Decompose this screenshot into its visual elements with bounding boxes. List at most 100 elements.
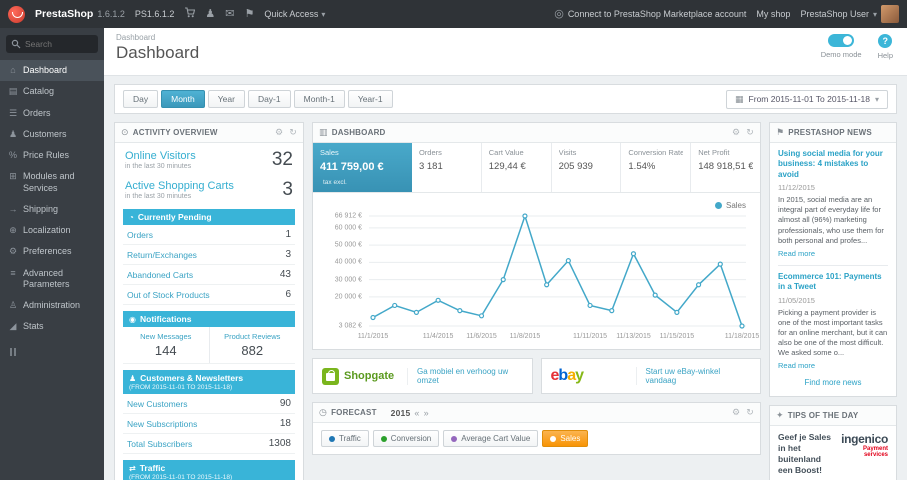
- section-subtitle: (FROM 2015-11-01 TO 2015-11-18): [129, 384, 233, 391]
- date-range-picker[interactable]: ▦ From 2015-11-01 To 2015-11-18 ▾: [726, 89, 888, 109]
- demo-mode-control: Demo mode: [821, 34, 862, 60]
- kpi-label: Net Profit: [698, 148, 730, 157]
- kpi-sales[interactable]: Sales 411 759,00 € tax excl.: [313, 143, 412, 192]
- sidebar-item-label: Dashboard: [23, 65, 68, 75]
- active-carts-sub: in the last 30 minutes: [125, 193, 192, 200]
- demo-mode-toggle[interactable]: [828, 34, 855, 47]
- kpi-label: Orders: [418, 148, 442, 157]
- messages-notifications-icon[interactable]: ✉: [225, 8, 234, 20]
- search-input[interactable]: [25, 39, 95, 49]
- shop-name[interactable]: PS1.6.1.2: [135, 9, 175, 19]
- breadcrumb[interactable]: Dashboard: [116, 33, 895, 42]
- panel-settings-icon[interactable]: ⚙: [732, 407, 740, 418]
- sidebar-item-dashboard[interactable]: ⌂ Dashboard: [0, 60, 104, 82]
- new-messages-stat[interactable]: New Messages 144: [123, 327, 209, 363]
- forecast-tab-label: Sales: [560, 434, 581, 443]
- version-label: 1.6.1.2: [97, 9, 125, 19]
- online-visitors-stat[interactable]: Online Visitors in the last 30 minutes 3…: [115, 143, 303, 173]
- updates-icon[interactable]: ⚑: [245, 8, 255, 20]
- product-reviews-stat[interactable]: Product Reviews 882: [208, 327, 296, 363]
- forecast-tab-sales[interactable]: Sales: [542, 430, 589, 447]
- shopgate-link[interactable]: Ga mobiel en verhoog uw omzet: [417, 367, 523, 385]
- filter-button-year-1[interactable]: Year-1: [347, 90, 393, 108]
- user-menu[interactable]: PrestaShop User ▾: [800, 5, 899, 23]
- news-article-title[interactable]: Using social media for your business: 4 …: [778, 149, 888, 180]
- sidebar-item-orders[interactable]: ☰ Orders: [0, 103, 104, 124]
- abandoned-carts-link[interactable]: Abandoned Carts: [127, 270, 193, 280]
- sidebar-collapse-button[interactable]: [10, 347, 16, 356]
- forecast-tab-traffic[interactable]: Traffic: [321, 430, 369, 447]
- total-subscribers-link[interactable]: Total Subscribers: [127, 439, 192, 449]
- kpi-conversion-rate[interactable]: Conversion Rate 1.54%: [621, 143, 692, 192]
- filter-button-day-1[interactable]: Day-1: [247, 90, 291, 108]
- panel-refresh-icon[interactable]: ↻: [746, 127, 754, 138]
- my-shop-link[interactable]: My shop: [756, 9, 790, 19]
- read-more-link[interactable]: Read more: [778, 249, 815, 258]
- customers-icon: ♟: [129, 373, 137, 383]
- filter-button-month[interactable]: Month: [161, 90, 205, 108]
- activity-icon: ⊙: [121, 127, 129, 137]
- panel-refresh-icon[interactable]: ↻: [746, 407, 754, 418]
- sidebar-item-administration[interactable]: ♙ Administration: [0, 295, 104, 316]
- ebay-link[interactable]: Start uw eBay-winkel vandaag: [646, 367, 752, 385]
- sidebar-item-preferences[interactable]: ⚙ Preferences: [0, 241, 104, 262]
- filter-button-day[interactable]: Day: [123, 90, 159, 108]
- forecast-tab-label: Conversion: [390, 434, 432, 443]
- sidebar-item-stats[interactable]: ◢ Stats: [0, 316, 104, 337]
- kpi-cart-value[interactable]: Cart Value 129,44 €: [482, 143, 552, 192]
- news-article-title[interactable]: Ecommerce 101: Payments in a Tweet: [778, 272, 888, 293]
- kpi-visits[interactable]: Visits 205 939: [552, 143, 622, 192]
- sidebar-item-customers[interactable]: ♟ Customers: [0, 124, 104, 145]
- catalog-icon: ▤: [8, 86, 18, 97]
- panel-settings-icon[interactable]: ⚙: [732, 127, 740, 138]
- active-carts-value: 3: [282, 179, 293, 200]
- kpi-net-profit[interactable]: Net Profit 148 918,51 €: [691, 143, 760, 192]
- new-subscriptions-link[interactable]: New Subscriptions: [127, 419, 197, 429]
- sidebar-item-modules[interactable]: ⊞ Modules and Services: [0, 166, 104, 199]
- customers-newsletters-section: ♟ Customers & Newsletters (FROM 2015-11-…: [123, 370, 295, 454]
- filter-button-year[interactable]: Year: [207, 90, 245, 108]
- cart-notifications-icon[interactable]: [184, 7, 196, 21]
- sidebar-item-shipping[interactable]: → Shipping: [0, 199, 104, 220]
- new-customers-link[interactable]: New Customers: [127, 399, 187, 409]
- panel-title: Tips of the day: [787, 411, 859, 421]
- stats-icon: ◢: [9, 321, 17, 332]
- kpi-row: Sales 411 759,00 € tax excl. Orders 3 18…: [313, 143, 760, 193]
- find-more-news-link[interactable]: Find more news: [778, 371, 888, 390]
- new-messages-value: 144: [154, 343, 177, 358]
- customers-notifications-icon[interactable]: ♟: [205, 8, 215, 20]
- forecast-tab-average-cart-value[interactable]: Average Cart Value: [443, 430, 539, 447]
- next-year-button[interactable]: »: [424, 408, 429, 418]
- date-range-label: From 2015-11-01 To 2015-11-18: [748, 94, 870, 104]
- prestashop-news-panel: ⚑ PrestaShop News Using social media for…: [769, 122, 897, 398]
- sidebar-item-price-rules[interactable]: % Price Rules: [0, 145, 104, 166]
- out-of-stock-row: Out of Stock Products 6: [123, 285, 295, 305]
- panel-settings-icon[interactable]: ⚙: [275, 127, 283, 138]
- active-carts-stat[interactable]: Active Shopping Carts in the last 30 min…: [115, 173, 303, 203]
- sidebar-item-label: Advanced Parameters: [23, 267, 70, 289]
- forecast-tab-conversion[interactable]: Conversion: [372, 430, 440, 447]
- kpi-orders[interactable]: Orders 3 181: [412, 143, 482, 192]
- chart-legend[interactable]: Sales: [714, 201, 746, 210]
- marketplace-link[interactable]: ◎ Connect to PrestaShop Marketplace acco…: [554, 8, 746, 20]
- previous-year-button[interactable]: «: [414, 408, 419, 418]
- panel-refresh-icon[interactable]: ↻: [289, 127, 297, 138]
- read-more-link[interactable]: Read more: [778, 361, 815, 370]
- quick-access-menu[interactable]: Quick Access ▾: [264, 9, 325, 19]
- kpi-label: Sales: [320, 148, 339, 157]
- sidebar-item-catalog[interactable]: ▤ Catalog: [0, 81, 104, 102]
- returns-link[interactable]: Return/Exchanges: [127, 250, 197, 260]
- sidebar-search[interactable]: [6, 35, 98, 53]
- sidebar-item-advanced-parameters[interactable]: ≡ Advanced Parameters: [0, 263, 104, 296]
- shipping-icon: →: [8, 203, 18, 214]
- kpi-sub: tax excl.: [323, 179, 347, 186]
- filter-button-month-1[interactable]: Month-1: [293, 90, 345, 108]
- tips-icon: ✦: [776, 410, 784, 421]
- sidebar-item-localization[interactable]: ⊕ Localization: [0, 220, 104, 241]
- pending-orders-link[interactable]: Orders: [127, 230, 153, 240]
- total-subscribers-row: Total Subscribers 1308: [123, 434, 295, 454]
- help-icon[interactable]: ?: [878, 34, 893, 48]
- product-reviews-label: Product Reviews: [224, 332, 281, 341]
- out-of-stock-link[interactable]: Out of Stock Products: [127, 290, 210, 300]
- page-title: Dashboard: [116, 43, 200, 62]
